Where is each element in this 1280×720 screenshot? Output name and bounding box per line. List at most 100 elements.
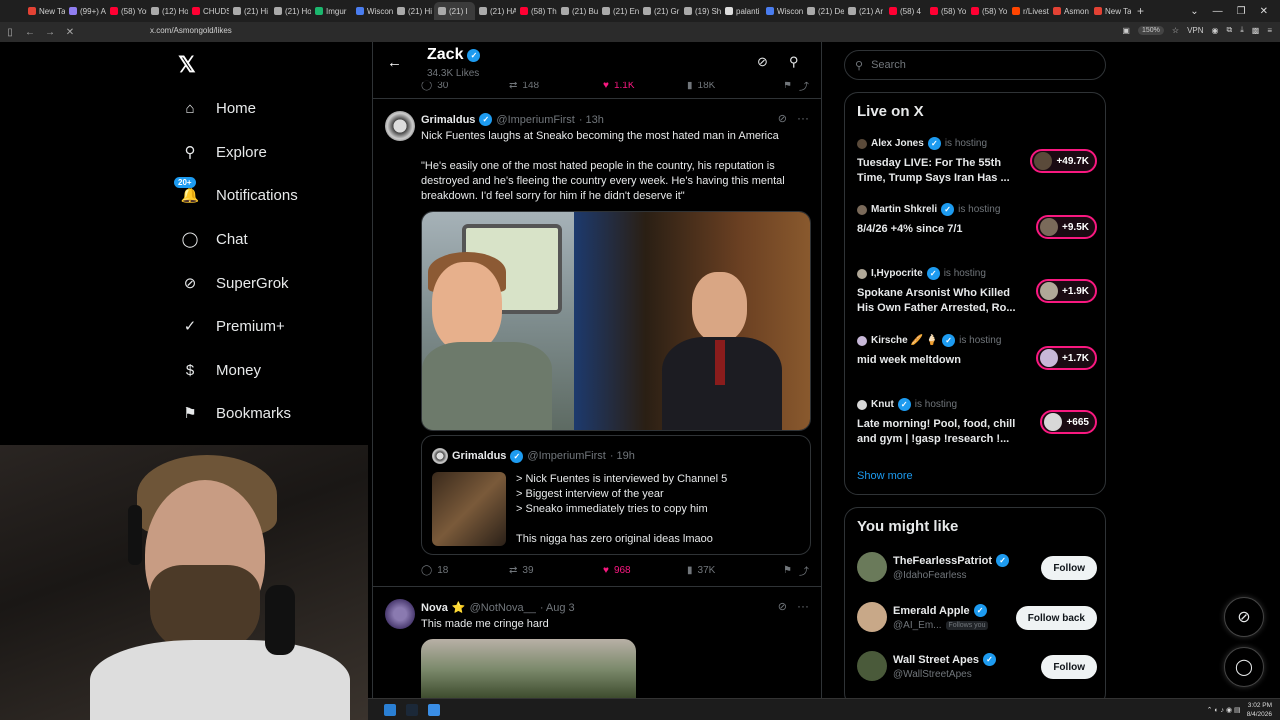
follow-button[interactable]: Follow — [1041, 655, 1097, 679]
zoom-level[interactable]: 150% — [1137, 25, 1164, 35]
search-icon[interactable]: ⚲ — [789, 54, 799, 70]
live-listener-pill[interactable]: +665 — [1040, 410, 1097, 434]
live-item[interactable]: Knut ✓ is hosting Late morning! Pool, food,… — [857, 398, 1097, 447]
downloads-icon[interactable]: ⤓ — [1240, 25, 1244, 35]
follow-suggestion[interactable]: TheFearlessPatriot ✓ @IdahoFearless Follow — [857, 552, 1097, 586]
reply-button[interactable]: ◯ 18 — [421, 565, 509, 576]
sidebar-item-chat[interactable]: ◯ Chat — [180, 224, 248, 254]
browser-tab[interactable]: (58) You — [106, 2, 147, 20]
grok-icon[interactable]: ⊘ — [778, 112, 787, 125]
reload-icon[interactable]: ✕ — [60, 27, 80, 38]
live-item[interactable]: I,Hypocrite ✓ is hosting Spokane Arsonist W… — [857, 267, 1097, 316]
browser-tab[interactable]: r/Livest — [1008, 2, 1049, 20]
live-listener-pill[interactable]: +9.5K — [1036, 215, 1097, 239]
browser-tab[interactable]: (21) Gr — [639, 2, 680, 20]
browser-tab[interactable]: (58) Yo — [926, 2, 967, 20]
live-item[interactable]: Alex Jones ✓ is hosting Tuesday LIVE: For T… — [857, 137, 1097, 186]
sidebar-item-supergrok[interactable]: ⊘ SuperGrok — [180, 268, 289, 298]
show-more-link[interactable]: Show more — [857, 470, 913, 482]
tweet-media-image[interactable] — [421, 211, 811, 431]
like-button[interactable]: ♥ 968 — [603, 565, 687, 576]
vpn-badge[interactable]: VPN — [1187, 26, 1203, 35]
browser-tab[interactable]: (21) Hi — [393, 2, 434, 20]
maximize-icon[interactable]: ❐ — [1237, 6, 1246, 17]
bookmark-button[interactable]: ⚑ — [783, 565, 799, 576]
tweet-media-image[interactable] — [421, 639, 636, 698]
steam-icon[interactable] — [406, 703, 418, 716]
author-handle[interactable]: @NotNova__ — [470, 602, 536, 614]
tweet[interactable]: Grimaldus ✓ @ImperiumFirst · 13h ⊘ ··· N… — [373, 98, 821, 586]
browser-tab[interactable]: (12) Ho — [147, 2, 188, 20]
close-window-icon[interactable]: ✕ — [1260, 6, 1268, 17]
back-nav-icon[interactable]: ← — [20, 27, 40, 38]
author-handle[interactable]: @ImperiumFirst — [496, 114, 574, 126]
search-input[interactable]: ⚲ Search — [844, 50, 1106, 80]
browser-tab[interactable]: (21) De — [803, 2, 844, 20]
live-item[interactable]: Kirsche 🥖 🍦 ✓ is hosting mid week meltdown +… — [857, 334, 1097, 370]
tray-icons[interactable]: ⌃ ◐ ♪ ◉ ▤ — [1207, 706, 1241, 714]
new-tab-icon[interactable]: + — [1137, 4, 1144, 18]
more-options-icon[interactable]: ··· — [797, 599, 809, 613]
grok-icon[interactable]: ⊘ — [778, 600, 787, 613]
follow-button[interactable]: Follow back — [1015, 606, 1097, 630]
browser-tab[interactable]: (58) 4 — [885, 2, 926, 20]
sidebar-item-notifications[interactable]: 🔔 20+ Notifications — [174, 177, 298, 210]
browser-tab[interactable]: palanti — [721, 2, 762, 20]
extensions-icon[interactable]: ⧉ — [1227, 25, 1233, 35]
back-arrow-icon[interactable]: ← — [387, 54, 402, 71]
follow-suggestion[interactable]: Wall Street Apes ✓ @WallStreetApes Follow — [857, 651, 1097, 685]
avatar[interactable] — [857, 552, 887, 582]
browser-tab[interactable]: (58) Yo — [967, 2, 1008, 20]
author-name[interactable]: Nova — [421, 602, 448, 614]
browser-tab[interactable]: Asmon — [1049, 2, 1090, 20]
browser-tab[interactable]: (21) I — [434, 2, 475, 20]
more-options-icon[interactable]: ··· — [797, 111, 809, 125]
quoted-tweet[interactable]: Grimaldus ✓ @ImperiumFirst · 19h > Nick … — [421, 435, 811, 555]
browser-tab[interactable]: Wiscon — [762, 2, 803, 20]
tab-list-icon[interactable]: ⌄ — [1190, 6, 1198, 17]
browser-tab[interactable]: (21) HA — [475, 2, 516, 20]
avatar[interactable] — [857, 651, 887, 681]
author-name[interactable]: Grimaldus — [421, 114, 475, 126]
follow-suggestion[interactable]: Emerald Apple ✓ @AI_Em... Follows you Follow… — [857, 602, 1097, 636]
browser-tab[interactable]: (21) Ho — [270, 2, 311, 20]
sidebar-item-explore[interactable]: ⚲ Explore — [180, 137, 267, 167]
repost-button[interactable]: ⇄ 39 — [509, 565, 603, 576]
browser-tab[interactable]: New Tab — [24, 2, 65, 20]
browser-tab[interactable]: (99+) Atl — [65, 2, 106, 20]
live-listener-pill[interactable]: +1.7K — [1036, 346, 1097, 370]
sidebar-item-premium[interactable]: ✓ Premium+ — [180, 311, 285, 341]
browser-tab[interactable]: (21) Hi — [229, 2, 270, 20]
browser-tab[interactable]: Imgur — [311, 2, 352, 20]
wallet-icon[interactable]: ◉ — [1212, 26, 1219, 35]
sidebar-item-home[interactable]: ⌂ Home — [180, 93, 256, 123]
url-field[interactable]: x.com/Asmongold/likes — [150, 26, 232, 35]
tweet[interactable]: Nova ⭐ @NotNova__ · Aug 3 ⊘ ··· This mad… — [373, 586, 821, 698]
grok-icon[interactable]: ⊘ — [757, 54, 768, 70]
sidebar-item-bookmarks[interactable]: ⚑ Bookmarks — [180, 398, 291, 428]
browser-tab[interactable]: (58) Th — [516, 2, 557, 20]
screenshot-icon[interactable]: ▣ — [1122, 26, 1130, 35]
browser-tab[interactable]: Wiscon — [352, 2, 393, 20]
file-explorer-icon[interactable] — [384, 703, 396, 716]
chat-floating-button[interactable]: ◯ — [1224, 647, 1264, 687]
x-logo[interactable]: 𝕏 — [178, 52, 196, 78]
bookmark-star-icon[interactable]: ☆ — [1172, 26, 1179, 35]
browser-tab[interactable]: (21) En — [598, 2, 639, 20]
clock[interactable]: 3:02 PM 8/4/2026 — [1247, 701, 1272, 719]
live-listener-pill[interactable]: +1.9K — [1036, 279, 1097, 303]
grok-floating-button[interactable]: ⊘ — [1224, 597, 1264, 637]
share-button[interactable]: ⤴ — [799, 563, 809, 578]
follow-button[interactable]: Follow — [1041, 556, 1097, 580]
sidebar-toggle-icon[interactable]: ▯ — [0, 27, 20, 38]
tweet-time[interactable]: · 13h — [579, 114, 604, 126]
sidebar-item-money[interactable]: $ Money — [180, 355, 261, 385]
browser-tab[interactable]: CHUDS — [188, 2, 229, 20]
profile-icon[interactable]: ▩ — [1252, 26, 1260, 35]
avatar[interactable] — [385, 111, 415, 141]
forward-nav-icon[interactable]: → — [40, 27, 60, 38]
tweet-time[interactable]: · Aug 3 — [540, 602, 575, 614]
menu-icon[interactable]: ≡ — [1267, 26, 1272, 35]
minimize-icon[interactable]: — — [1213, 6, 1223, 17]
browser-tab[interactable]: New Ta — [1090, 2, 1131, 20]
